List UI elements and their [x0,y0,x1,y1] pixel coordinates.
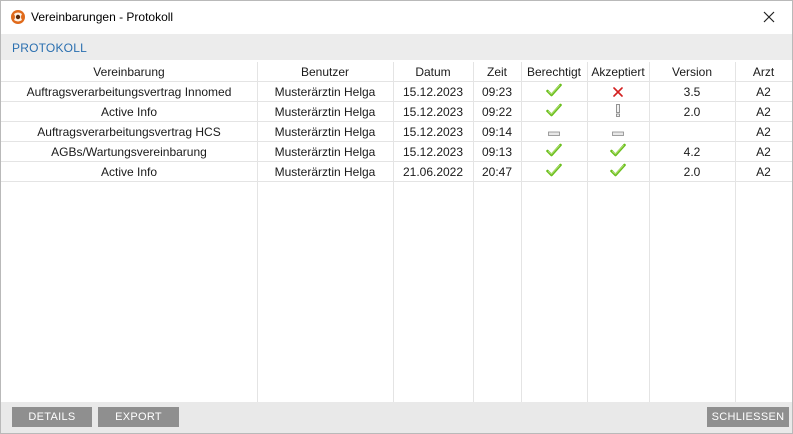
title-bar: Vereinbarungen - Protokoll [1,1,792,32]
column-header-arzt[interactable]: Arzt [735,62,792,82]
cell-akzeptiert [587,142,649,162]
column-header-berechtigt[interactable]: Berechtigt [521,62,587,82]
cell-datum: 15.12.2023 [402,125,464,139]
cell-version: 2.0 [683,105,701,119]
details-button[interactable]: DETAILS [12,407,92,427]
cell-vereinbarung: Auftragsverarbeitungsvertrag Innomed [26,85,232,99]
exclamation-icon [615,103,621,122]
cell-version: 2.0 [683,165,701,179]
close-window-button[interactable] [746,1,792,32]
cell-arzt: A2 [756,125,771,139]
column-header-version[interactable]: Version [649,62,735,82]
export-button[interactable]: EXPORT [98,407,179,427]
cell-zeit: 09:23 [481,85,513,99]
cell-arzt: A2 [756,145,771,159]
section-header: PROTOKOLL [1,34,792,60]
cell-datum: 21.06.2022 [402,165,464,179]
close-icon [763,11,775,22]
footer-bar: DETAILS EXPORT SCHLIESSEN [1,402,792,433]
cell-datum: 15.12.2023 [402,145,464,159]
cell-berechtigt [521,82,587,102]
check-icon [546,163,562,182]
cell-akzeptiert [587,162,649,182]
column-header-akzeptiert[interactable]: Akzeptiert [587,62,649,82]
check-icon [610,143,626,162]
check-icon [546,103,562,122]
cell-benutzer: Musterärztin Helga [274,85,376,99]
close-button[interactable]: SCHLIESSEN [707,407,789,427]
column-header-datum[interactable]: Datum [393,62,473,82]
cell-benutzer: Musterärztin Helga [274,125,376,139]
cell-arzt: A2 [756,85,771,99]
cell-arzt: A2 [756,105,771,119]
column-header-zeit[interactable]: Zeit [473,62,521,82]
table-row[interactable]: AGBs/Wartungsvereinbarung Musterärztin He… [1,142,792,162]
cross-icon [613,83,623,102]
cell-akzeptiert [587,122,649,142]
table-row[interactable]: Active Info Musterärztin Helga 21.06.2022 2… [1,162,792,182]
cell-version: 3.5 [683,85,701,99]
cell-zeit: 09:14 [481,125,513,139]
cell-berechtigt [521,142,587,162]
cell-zeit: 09:13 [481,145,513,159]
cell-zeit: 20:47 [481,165,513,179]
cell-datum: 15.12.2023 [402,85,464,99]
check-icon [610,163,626,182]
protocol-table: Vereinbarung Benutzer Datum Zeit Berecht… [1,62,792,402]
window-title: Vereinbarungen - Protokoll [31,10,174,24]
cell-datum: 15.12.2023 [402,105,464,119]
cell-berechtigt [521,162,587,182]
column-header-benutzer[interactable]: Benutzer [257,62,393,82]
cell-vereinbarung: Auftragsverarbeitungsvertrag HCS [37,125,221,139]
cell-zeit: 09:22 [481,105,513,119]
cell-vereinbarung: Active Info [100,105,158,119]
cell-akzeptiert [587,82,649,102]
check-icon [546,143,562,162]
cell-benutzer: Musterärztin Helga [274,105,376,119]
cell-benutzer: Musterärztin Helga [274,145,376,159]
app-logo-icon [10,9,26,25]
check-icon [546,83,562,102]
cell-benutzer: Musterärztin Helga [274,165,376,179]
dialog-window: Vereinbarungen - Protokoll PROTOKOLL Ver… [0,0,793,434]
table-row[interactable]: Auftragsverarbeitungsvertrag Innomed Must… [1,82,792,102]
table-row[interactable]: Auftragsverarbeitungsvertrag HCS Musterär… [1,122,792,142]
cell-berechtigt [521,102,587,122]
table-row[interactable]: Active Info Musterärztin Helga 15.12.2023 0… [1,102,792,122]
section-title: PROTOKOLL [12,41,87,55]
column-header-vereinbarung[interactable]: Vereinbarung [1,62,257,82]
dash-icon [612,123,624,142]
cell-vereinbarung: Active Info [100,165,158,179]
cell-akzeptiert [587,102,649,122]
cell-version [649,122,735,142]
dash-icon [548,123,560,142]
cell-version: 4.2 [683,145,701,159]
cell-berechtigt [521,122,587,142]
table-header-row: Vereinbarung Benutzer Datum Zeit Berecht… [1,62,792,82]
cell-vereinbarung: AGBs/Wartungsvereinbarung [51,145,207,159]
cell-arzt: A2 [756,165,771,179]
